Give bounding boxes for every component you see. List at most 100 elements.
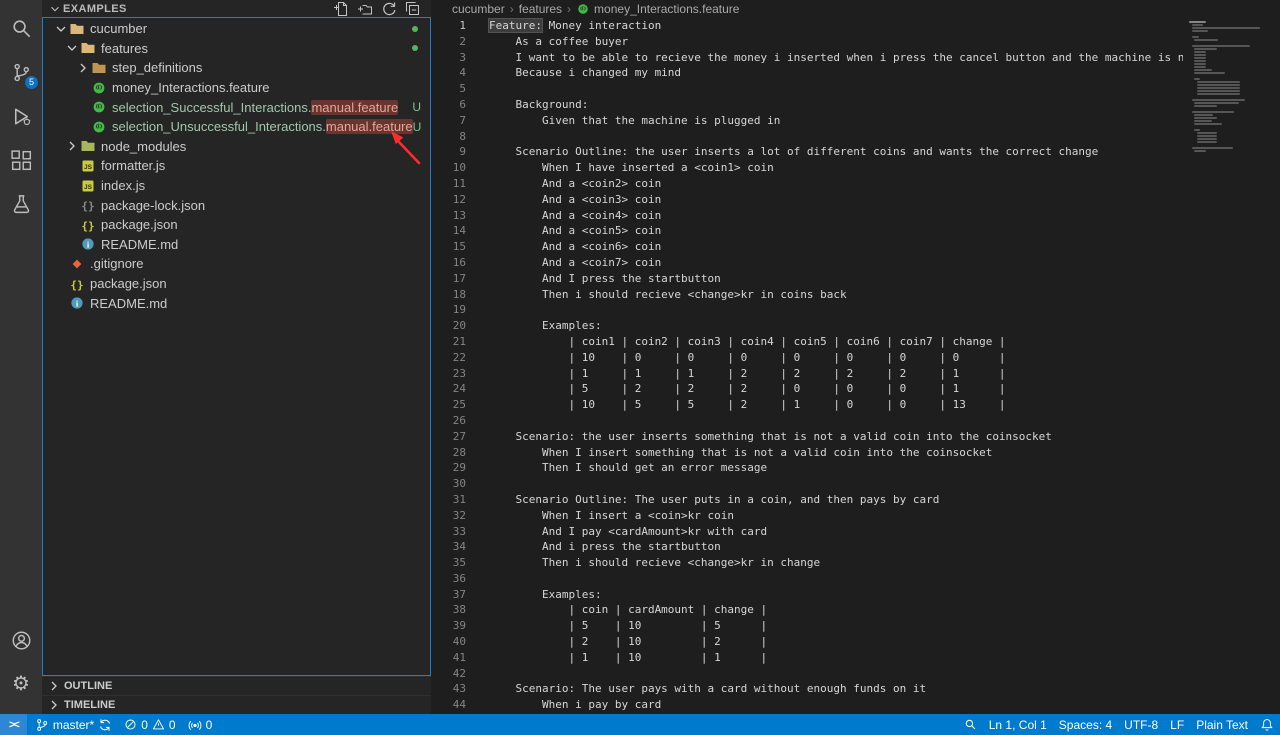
code-line[interactable]: 5 [431,81,1183,97]
line-text: And a <coin5> coin [489,223,661,239]
code-line[interactable]: 34 And i press the startbutton [431,539,1183,555]
tree-item-node-modules[interactable]: node_modules [43,137,430,157]
code-line[interactable]: 9 Scenario Outline: the user inserts a l… [431,144,1183,160]
code-line[interactable]: 25 | 10 | 5 | 5 | 2 | 1 | 0 | 0 | 13 | [431,397,1183,413]
chevron-down-icon[interactable] [64,40,80,56]
tree-item-cucumber[interactable]: cucumber [43,19,430,39]
code-line[interactable]: 39 | 5 | 10 | 5 | [431,618,1183,634]
code-line[interactable]: 15 And a <coin6> coin [431,239,1183,255]
tree-item--gitignore[interactable]: .gitignore [43,254,430,274]
code-line[interactable]: 32 When I insert a <coin>kr coin [431,508,1183,524]
code-line[interactable]: 23 | 1 | 1 | 1 | 2 | 2 | 2 | 2 | 1 | [431,366,1183,382]
tree-item-step-definitions[interactable]: step_definitions [43,58,430,78]
timeline-panel-header[interactable]: TIMELINE [42,695,431,714]
code-line[interactable]: 12 And a <coin3> coin [431,192,1183,208]
chevron-right-icon[interactable] [64,138,80,154]
code-line[interactable]: 17 And I press the startbutton [431,271,1183,287]
code-line[interactable]: 38 | coin | cardAmount | change | [431,602,1183,618]
code-line[interactable]: 27 Scenario: the user inserts something … [431,429,1183,445]
new-folder-button[interactable] [356,1,373,17]
tree-item-selection-unsuccessful-interactions[interactable]: selection_Unsuccessful_Interactions.manu… [43,117,430,137]
language-mode[interactable]: Plain Text [1190,714,1254,735]
code-line[interactable]: 37 Examples: [431,587,1183,603]
minimap[interactable] [1183,18,1280,714]
line-text: And a <coin2> coin [489,176,661,192]
code-line[interactable]: 36 [431,571,1183,587]
sync-icon [98,718,112,732]
code-line[interactable]: 44 When i pay by card [431,697,1183,713]
code-line[interactable]: 14 And a <coin5> coin [431,223,1183,239]
refresh-button[interactable] [380,1,397,17]
tree-item-money-interactions-feature[interactable]: money_Interactions.feature [43,78,430,98]
tree-item-index-js[interactable]: JSindex.js [43,176,430,196]
activity-source-control-icon[interactable]: 5 [0,50,42,94]
line-number: 11 [431,176,466,192]
sidebar-header[interactable]: EXAMPLES [42,0,431,17]
ports[interactable]: 0 [182,714,219,735]
remote-indicator[interactable]: >< [0,714,27,735]
code-line[interactable]: 1Feature: Money interaction [431,18,1183,34]
tree-item-features[interactable]: features [43,39,430,59]
code-line[interactable]: 24 | 5 | 2 | 2 | 2 | 0 | 0 | 0 | 1 | [431,381,1183,397]
code-line[interactable]: 3 I want to be able to recieve the money… [431,50,1183,66]
activity-extensions-icon[interactable] [0,138,42,182]
code-line[interactable]: 6 Background: [431,97,1183,113]
git-branch[interactable]: master* [29,714,118,735]
chevron-down-icon[interactable] [53,21,69,37]
breadcrumb-item[interactable]: cucumber [452,2,505,16]
tree-item-package-lock-json[interactable]: {}package-lock.json [43,195,430,215]
code-line[interactable]: 29 Then I should get an error message [431,460,1183,476]
breadcrumb-item[interactable]: features [519,2,562,16]
tree-item-selection-successful-interactions[interactable]: selection_Successful_Interactions.manual… [43,97,430,117]
code-line[interactable]: 26 [431,413,1183,429]
activity-run-debug-icon[interactable] [0,94,42,138]
activity-accounts-icon[interactable] [0,618,42,662]
cursor-position[interactable]: Ln 1, Col 1 [983,714,1053,735]
breadcrumb-item[interactable]: money_Interactions.feature [576,2,739,16]
code-line[interactable]: 16 And a <coin7> coin [431,255,1183,271]
code-line[interactable]: 19 [431,302,1183,318]
eol[interactable]: LF [1164,714,1190,735]
code-line[interactable]: 22 | 10 | 0 | 0 | 0 | 0 | 0 | 0 | 0 | [431,350,1183,366]
code-line[interactable]: 8 [431,129,1183,145]
code-line[interactable]: 13 And a <coin4> coin [431,208,1183,224]
code-line[interactable]: 21 | coin1 | coin2 | coin3 | coin4 | coi… [431,334,1183,350]
code-line[interactable]: 41 | 1 | 10 | 1 | [431,650,1183,666]
code-line[interactable]: 20 Examples: [431,318,1183,334]
code-line[interactable]: 28 When I insert something that is not a… [431,445,1183,461]
activity-settings-icon[interactable]: ⚙ [0,662,42,706]
chevron-right-icon[interactable] [75,60,91,76]
tree-item-readme-md[interactable]: iREADME.md [43,293,430,313]
code-line[interactable]: 30 [431,476,1183,492]
outline-panel-header[interactable]: OUTLINE [42,676,431,695]
code-line[interactable]: 35 Then i should recieve <change>kr in c… [431,555,1183,571]
svg-text:{}: {} [70,278,83,291]
js-icon: JS [80,178,96,194]
code-line[interactable]: 31 Scenario Outline: The user puts in a … [431,492,1183,508]
activity-testing-icon[interactable] [0,182,42,226]
new-file-button[interactable] [332,1,349,17]
code-line[interactable]: 33 And I pay <cardAmount>kr with card [431,524,1183,540]
problems[interactable]: 00 [118,714,181,735]
tree-item-package-json[interactable]: {}package.json [43,215,430,235]
tree-item-formatter-js[interactable]: JSformatter.js [43,156,430,176]
notifications[interactable] [1254,714,1280,735]
code-line[interactable]: 43 Scenario: The user pays with a card w… [431,681,1183,697]
tree-item-package-json[interactable]: {}package.json [43,274,430,294]
activity-search-icon[interactable] [0,6,42,50]
code-line[interactable]: 4 Because i changed my mind [431,65,1183,81]
collapse-all-button[interactable] [404,1,421,17]
code-line[interactable]: 18 Then i should recieve <change>kr in c… [431,287,1183,303]
twisty-spacer [75,80,91,96]
code-line[interactable]: 7 Given that the machine is plugged in [431,113,1183,129]
zoom-indicator[interactable] [958,714,983,735]
indentation[interactable]: Spaces: 4 [1053,714,1118,735]
code-line[interactable]: 42 [431,666,1183,682]
code-line[interactable]: 11 And a <coin2> coin [431,176,1183,192]
tree-item-readme-md[interactable]: iREADME.md [43,235,430,255]
code-line[interactable]: 40 | 2 | 10 | 2 | [431,634,1183,650]
code-area[interactable]: 1Feature: Money interaction2 As a coffee… [431,18,1183,714]
code-line[interactable]: 2 As a coffee buyer [431,34,1183,50]
code-line[interactable]: 10 When I have inserted a <coin1> coin [431,160,1183,176]
encoding[interactable]: UTF-8 [1118,714,1164,735]
